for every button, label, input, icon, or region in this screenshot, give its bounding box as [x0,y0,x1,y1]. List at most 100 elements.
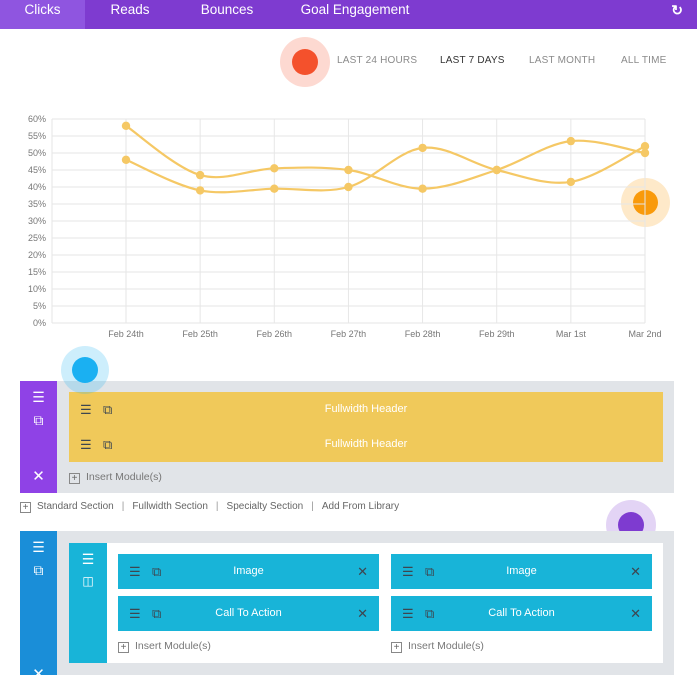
module-fullwidth-header[interactable]: ☰ ⧉ Fullwidth Header [69,427,663,462]
separator: | [215,501,219,512]
y-tick-label: 35% [28,199,46,209]
range-all-time[interactable]: ALL TIME [621,55,667,66]
module-label: Image [233,565,264,577]
section-sidebar: ☰ ⧉ ✕ [20,531,57,683]
link-fullwidth-section[interactable]: Fullwidth Section [132,501,208,512]
menu-icon[interactable]: ☰ [69,551,107,568]
chart-x-ticks: Feb 24th Feb 25th Feb 26th Feb 27th Feb 28th… [108,329,661,339]
duplicate-icon[interactable]: ⧉ [20,562,57,579]
plus-icon: + [20,502,31,513]
insert-module-label: Insert Module(s) [135,640,211,652]
close-icon[interactable]: ✕ [357,596,368,631]
data-point [270,164,279,173]
tab-reads[interactable]: Reads [85,0,175,29]
close-icon[interactable]: ✕ [630,554,641,589]
module-label: Image [506,565,537,577]
data-point [344,165,353,175]
y-tick-label: 25% [28,233,46,243]
section-sidebar: ☰ ⧉ ✕ [20,381,57,493]
data-point [640,142,650,151]
insert-module-button[interactable]: + Insert Module(s) [69,471,162,484]
data-point [492,165,501,175]
data-point [418,184,427,193]
y-tick-label: 50% [28,148,46,158]
tab-bounces[interactable]: Bounces [175,0,279,29]
module-label: Fullwidth Header [324,438,408,450]
plus-icon: + [118,642,129,653]
close-icon[interactable]: ✕ [20,467,57,485]
x-tick-label: Mar 1st [556,329,587,339]
chart-y-ticks: 0% 5% 10% 15% 20% 25% 30% 35% 40% 45% 50% 55% 60% [28,114,46,328]
row-container: ☰ ◫ ☰ ⧉ Image ✕ ☰ ⧉ Call To Action ✕ + In… [69,543,663,663]
hotspot-red[interactable] [280,37,330,87]
y-tick-label: 0% [33,318,46,328]
close-icon[interactable]: ✕ [630,596,641,631]
data-point [566,136,576,146]
y-tick-label: 40% [28,182,46,192]
chart-grid [51,118,646,324]
module-label: Call To Action [215,607,282,619]
data-point [270,184,279,193]
link-specialty-section[interactable]: Specialty Section [227,501,304,512]
chart-points [121,121,650,195]
y-tick-label: 45% [28,165,46,175]
specialty-section: ☰ ⧉ ✕ ☰ ◫ ☰ ⧉ Image ✕ ☰ ⧉ Call To Action… [20,531,674,683]
data-point [195,170,205,180]
data-point [195,186,205,195]
x-tick-label: Feb 27th [331,329,367,339]
y-tick-label: 20% [28,250,46,260]
hotspot-blue[interactable] [61,346,109,394]
module-fullwidth-header[interactable]: ☰ ⧉ Fullwidth Header [69,392,663,427]
x-tick-label: Feb 28th [405,329,441,339]
link-add-from-library[interactable]: Add From Library [322,501,399,512]
module-label: Call To Action [488,607,555,619]
y-tick-label: 60% [28,114,46,124]
refresh-icon[interactable]: ↻ [671,0,683,20]
duplicate-icon[interactable]: ⧉ [20,412,57,429]
plus-icon: + [391,642,402,653]
insert-module-button[interactable]: + Insert Module(s) [391,640,484,653]
tab-bar: Clicks Reads Bounces Goal Engagement ↻ [0,0,697,29]
insert-module-label: Insert Module(s) [408,640,484,652]
data-point [566,177,576,187]
data-point [418,143,427,153]
hotspot-blue-dot [72,357,98,383]
module-image[interactable]: ☰ ⧉ Image ✕ [391,554,652,589]
module-label: Fullwidth Header [324,403,408,415]
menu-icon[interactable]: ☰ [20,539,57,556]
module-image[interactable]: ☰ ⧉ Image ✕ [118,554,379,589]
close-icon[interactable]: ✕ [357,554,368,589]
module-call-to-action[interactable]: ☰ ⧉ Call To Action ✕ [118,596,379,631]
link-standard-section[interactable]: Standard Section [37,501,114,512]
y-tick-label: 55% [28,131,46,141]
clicks-line-chart: 0% 5% 10% 15% 20% 25% 30% 35% 40% 45% 50% 55% 60% Fe… [28,114,662,339]
series-line-1 [125,124,646,190]
hotspot-red-dot [292,49,318,75]
add-section-links: + Standard Section | Fullwidth Section | Spec… [20,501,399,513]
separator: | [121,501,125,512]
range-last-month[interactable]: LAST MONTH [529,55,595,66]
x-tick-label: Feb 25th [182,329,218,339]
y-tick-label: 30% [28,216,46,226]
close-icon[interactable]: ✕ [20,665,57,683]
data-point [344,182,353,192]
range-last-24-hours[interactable]: LAST 24 HOURS [337,55,417,66]
columns-icon[interactable]: ◫ [69,574,107,588]
module-call-to-action[interactable]: ☰ ⧉ Call To Action ✕ [391,596,652,631]
row-sidebar: ☰ ◫ [69,543,107,663]
insert-module-button[interactable]: + Insert Module(s) [118,640,211,653]
data-point [121,155,131,164]
y-tick-label: 5% [33,301,46,311]
range-last-7-days[interactable]: LAST 7 DAYS [440,55,505,66]
separator: | [311,501,314,512]
x-tick-label: Feb 24th [108,329,144,339]
menu-icon[interactable]: ☰ [20,389,57,406]
tab-clicks[interactable]: Clicks [0,0,85,29]
x-tick-label: Feb 26th [257,329,293,339]
x-tick-label: Mar 2nd [628,329,661,339]
insert-module-label: Insert Module(s) [86,471,162,483]
y-tick-label: 10% [28,284,46,294]
y-tick-label: 15% [28,267,46,277]
plus-icon: + [69,473,80,484]
tab-goal-engagement[interactable]: Goal Engagement [279,0,431,29]
